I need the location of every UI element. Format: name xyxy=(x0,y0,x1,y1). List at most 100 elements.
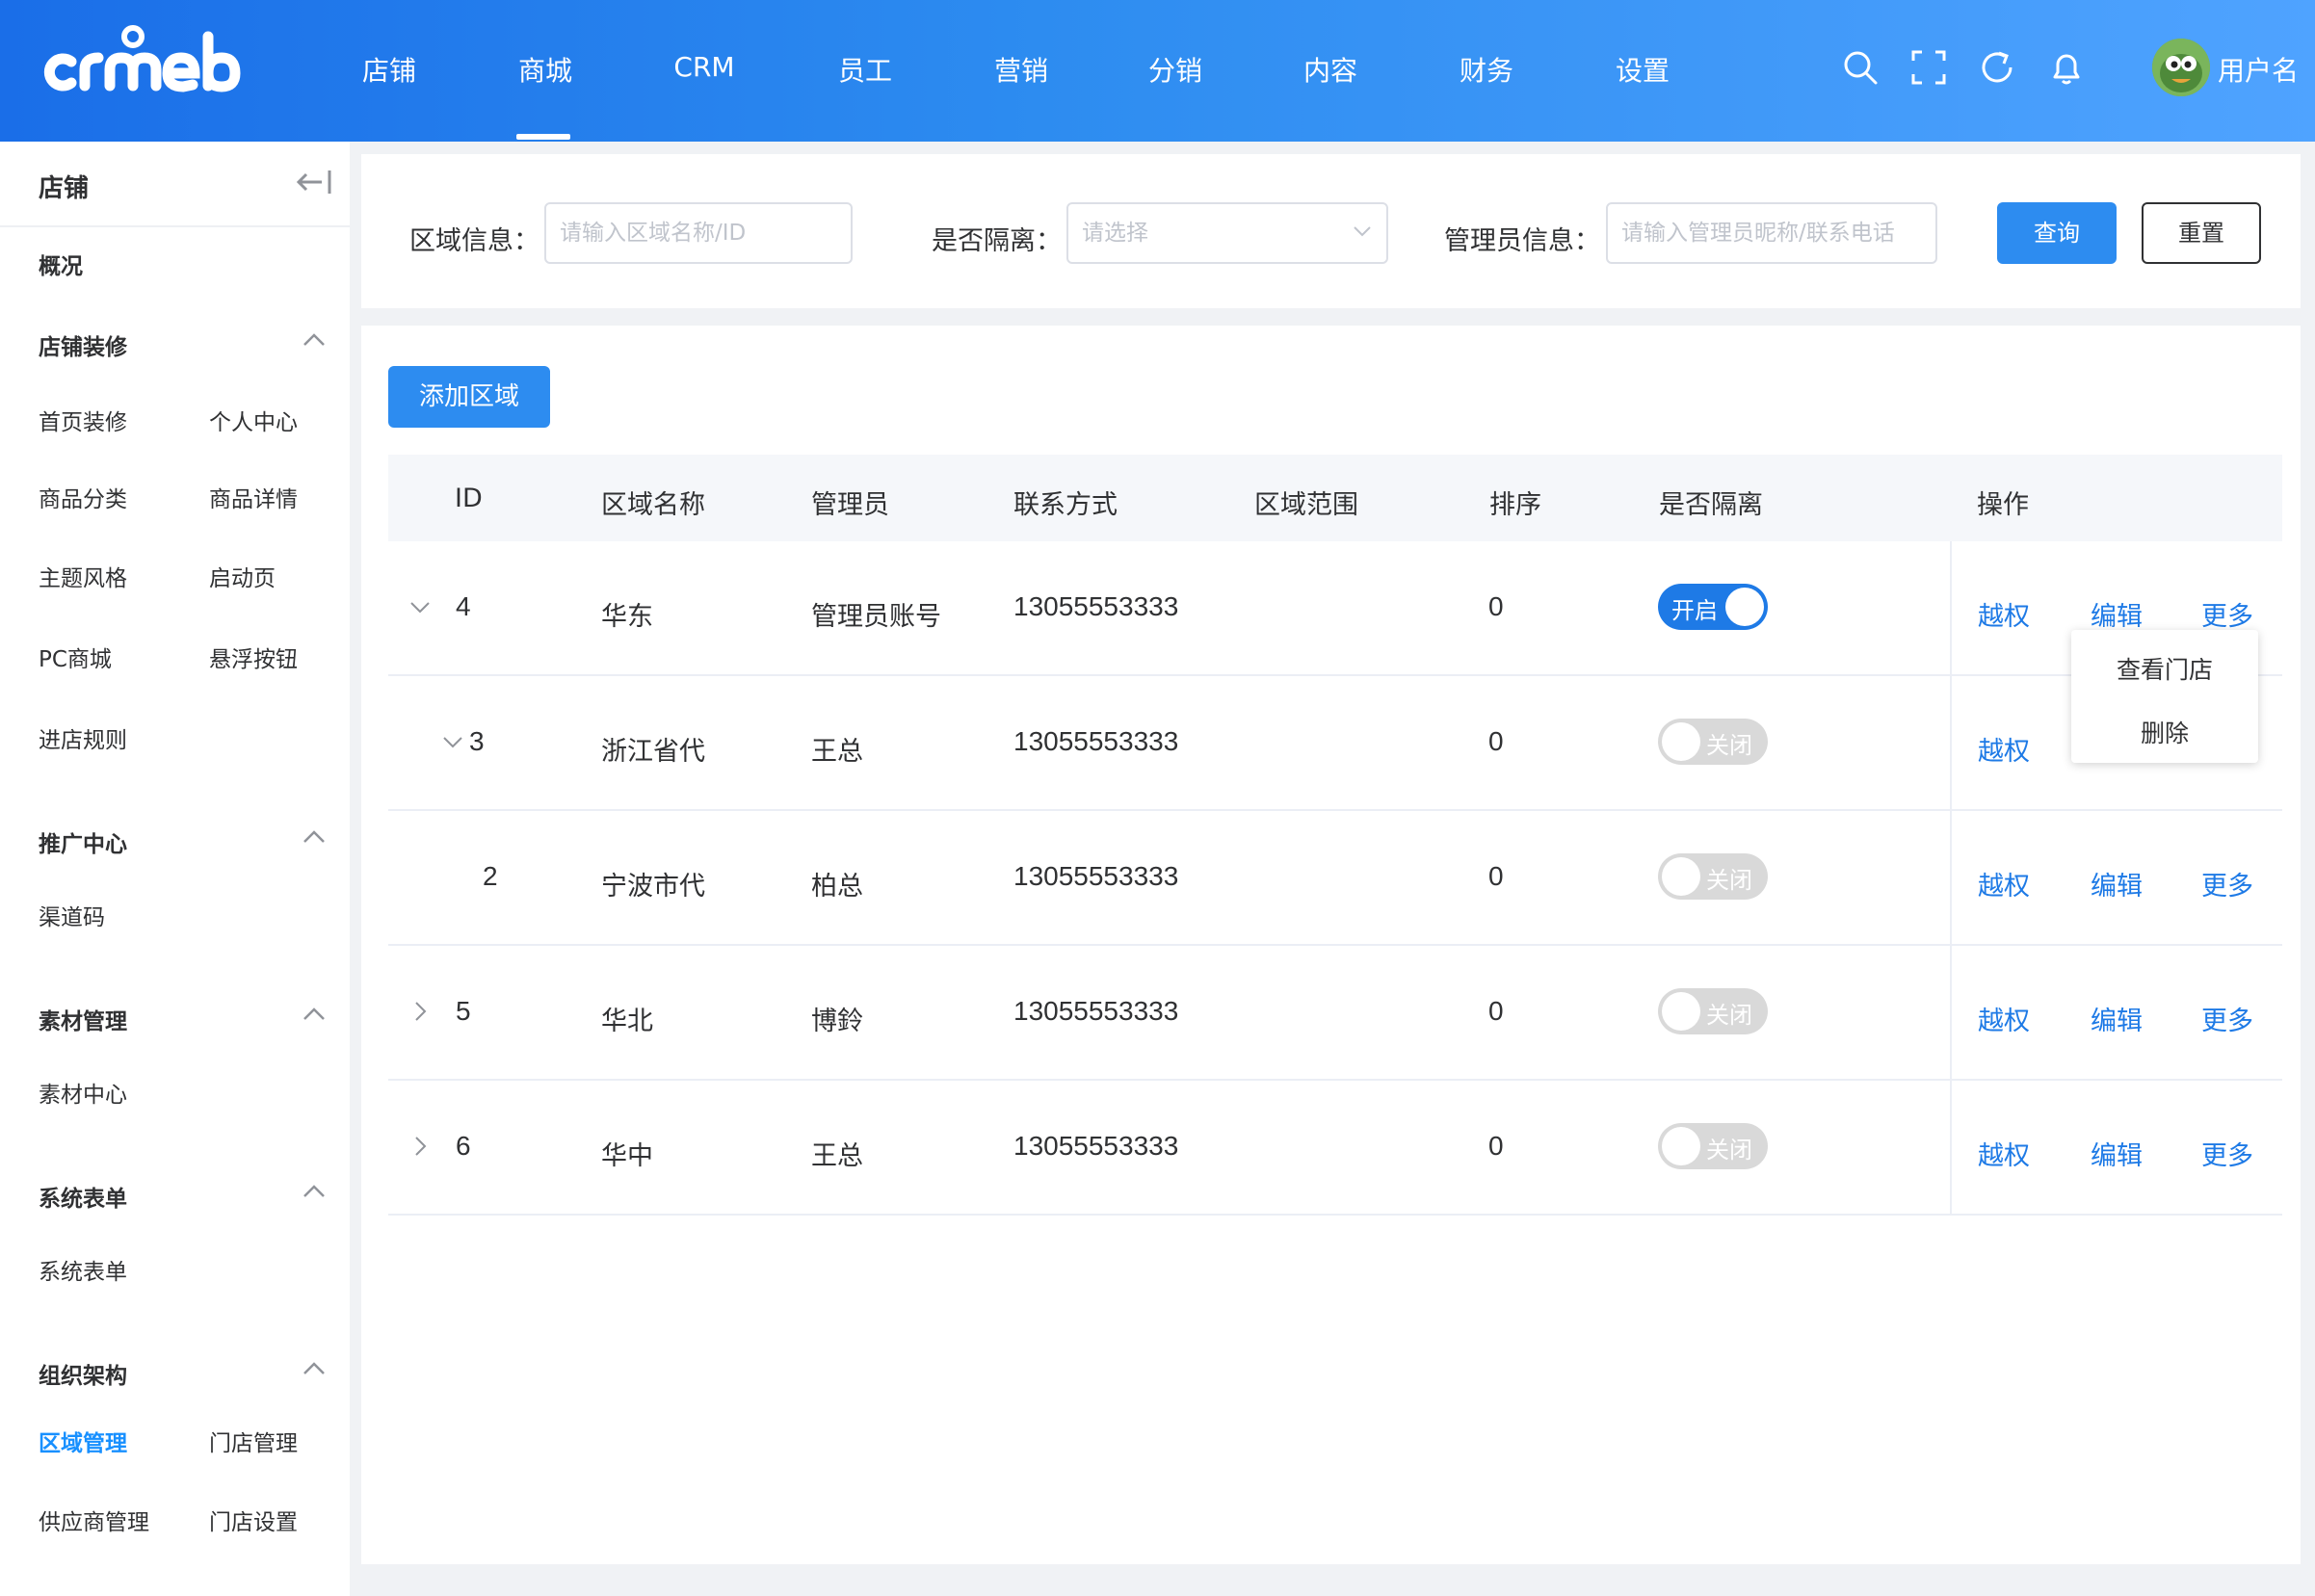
fullscreen-icon[interactable] xyxy=(1909,48,1948,87)
chevron-up-icon[interactable] xyxy=(301,1005,328,1024)
area-label: 区域信息： xyxy=(409,226,539,256)
nav-finance[interactable]: 财务 xyxy=(1460,52,1513,91)
sidebar-item-user-center[interactable]: 个人中心 xyxy=(209,404,298,436)
edit-link[interactable]: 编辑 xyxy=(2091,1135,2143,1172)
sidebar-item-store-settings[interactable]: 门店设置 xyxy=(209,1504,298,1536)
chevron-down-icon[interactable] xyxy=(441,730,464,753)
column-header-actions: 操作 xyxy=(1977,490,2029,520)
row-sort: 0 xyxy=(1488,996,1504,1026)
area-search-input[interactable] xyxy=(544,202,853,264)
nav-shop[interactable]: 店铺 xyxy=(362,52,416,91)
override-link[interactable]: 越权 xyxy=(1978,1000,2030,1037)
sidebar-item-store-management[interactable]: 门店管理 xyxy=(209,1425,298,1457)
edit-link[interactable]: 编辑 xyxy=(2091,1000,2143,1037)
sidebar-item-entry-rules[interactable]: 进店规则 xyxy=(39,721,127,754)
delete-menu-item[interactable]: 删除 xyxy=(2071,715,2258,749)
row-divider xyxy=(388,944,2282,946)
isolation-label: 是否隔离： xyxy=(932,226,1062,256)
more-link[interactable]: 更多 xyxy=(2201,1000,2253,1037)
username[interactable]: 用户名 xyxy=(2218,52,2299,91)
chevron-down-icon[interactable] xyxy=(408,595,432,618)
chevron-down-icon xyxy=(1354,226,1371,237)
isolation-toggle[interactable]: 关闭 xyxy=(1658,1123,1768,1169)
sidebar-item-supplier-management[interactable]: 供应商管理 xyxy=(39,1504,149,1536)
row-sort: 0 xyxy=(1488,1131,1504,1161)
row-admin: 王总 xyxy=(811,1141,863,1171)
sidebar-item-overview[interactable]: 概况 xyxy=(39,248,83,280)
toggle-label: 开启 xyxy=(1671,597,1718,624)
toggle-label: 关闭 xyxy=(1706,1002,1752,1029)
edit-link[interactable]: 编辑 xyxy=(2091,865,2143,903)
sidebar-item-channel-code[interactable]: 渠道码 xyxy=(39,899,105,931)
column-header-contact: 联系方式 xyxy=(1013,490,1118,520)
nav-mall[interactable]: 商城 xyxy=(518,52,572,91)
row-name: 宁波市代 xyxy=(601,872,705,902)
more-link[interactable]: 更多 xyxy=(2201,1135,2253,1172)
query-button[interactable]: 查询 xyxy=(1997,202,2117,264)
sidebar-group-material[interactable]: 素材管理 xyxy=(39,1003,127,1035)
collapse-sidebar-icon[interactable] xyxy=(295,167,333,197)
column-header-isolation: 是否隔离 xyxy=(1659,490,1763,520)
edit-link[interactable]: 编辑 xyxy=(2091,595,2143,633)
nav-content[interactable]: 内容 xyxy=(1303,52,1357,91)
row-admin: 柏总 xyxy=(811,872,863,902)
sidebar-item-product-detail[interactable]: 商品详情 xyxy=(209,481,298,513)
sidebar-item-pc-mall[interactable]: PC商城 xyxy=(39,641,112,673)
reset-button[interactable]: 重置 xyxy=(2142,202,2261,264)
nav-crm[interactable]: CRM xyxy=(673,48,734,87)
refresh-icon[interactable] xyxy=(1978,48,2016,87)
avatar[interactable] xyxy=(2152,39,2210,96)
more-link[interactable]: 更多 xyxy=(2201,865,2253,903)
chevron-up-icon[interactable] xyxy=(301,1182,328,1201)
sidebar-group-organization[interactable]: 组织架构 xyxy=(39,1357,127,1390)
chevron-right-icon[interactable] xyxy=(408,1135,432,1158)
nav-staff[interactable]: 员工 xyxy=(838,52,892,91)
sidebar-item-system-form[interactable]: 系统表单 xyxy=(39,1253,127,1286)
crmeb-logo[interactable] xyxy=(42,13,274,100)
sidebar-item-splash[interactable]: 启动页 xyxy=(209,560,276,592)
admin-search-input[interactable] xyxy=(1606,202,1937,264)
sidebar-item-theme[interactable]: 主题风格 xyxy=(39,560,127,592)
nav-marketing[interactable]: 营销 xyxy=(994,52,1048,91)
chevron-right-icon[interactable] xyxy=(408,1000,432,1023)
override-link[interactable]: 越权 xyxy=(1978,730,2030,768)
sidebar-item-float-button[interactable]: 悬浮按钮 xyxy=(209,641,298,673)
toggle-label: 关闭 xyxy=(1706,867,1752,894)
row-divider xyxy=(388,809,2282,811)
sidebar-group-system-form[interactable]: 系统表单 xyxy=(39,1180,127,1213)
sidebar-group-promotion[interactable]: 推广中心 xyxy=(39,825,127,858)
isolation-toggle[interactable]: 开启 xyxy=(1658,584,1768,630)
bell-icon[interactable] xyxy=(2047,48,2086,87)
add-region-button[interactable]: 添加区域 xyxy=(388,366,550,428)
column-header-admin: 管理员 xyxy=(811,490,889,520)
search-icon[interactable] xyxy=(1841,48,1880,87)
override-link[interactable]: 越权 xyxy=(1978,865,2030,903)
row-name: 华中 xyxy=(601,1141,653,1171)
isolation-toggle[interactable]: 关闭 xyxy=(1658,988,1768,1034)
sidebar-item-material-center[interactable]: 素材中心 xyxy=(39,1076,127,1109)
override-link[interactable]: 越权 xyxy=(1978,595,2030,633)
chevron-up-icon[interactable] xyxy=(301,827,328,847)
row-admin: 博鈴 xyxy=(811,1007,863,1036)
row-sort: 0 xyxy=(1488,591,1504,621)
nav-distribution[interactable]: 分销 xyxy=(1148,52,1202,91)
sidebar-item-category[interactable]: 商品分类 xyxy=(39,481,127,513)
sidebar-item-home-decoration[interactable]: 首页装修 xyxy=(39,404,127,436)
override-link[interactable]: 越权 xyxy=(1978,1135,2030,1172)
isolation-select[interactable]: 请选择 xyxy=(1066,202,1388,264)
row-phone: 13055553333 xyxy=(1013,726,1179,756)
sidebar-group-decoration[interactable]: 店铺装修 xyxy=(39,328,127,361)
more-link[interactable]: 更多 xyxy=(2201,595,2253,633)
row-name: 华东 xyxy=(601,602,653,632)
row-phone: 13055553333 xyxy=(1013,1131,1179,1161)
toggle-label: 关闭 xyxy=(1706,1137,1752,1164)
isolation-toggle[interactable]: 关闭 xyxy=(1658,719,1768,765)
sidebar-item-region-management[interactable]: 区域管理 xyxy=(39,1425,127,1457)
isolation-toggle[interactable]: 关闭 xyxy=(1658,853,1768,900)
row-phone: 13055553333 xyxy=(1013,996,1179,1026)
nav-settings[interactable]: 设置 xyxy=(1616,52,1670,91)
chevron-up-icon[interactable] xyxy=(301,1359,328,1378)
chevron-up-icon[interactable] xyxy=(301,330,328,350)
view-stores-menu-item[interactable]: 查看门店 xyxy=(2071,651,2258,686)
column-header-id: ID xyxy=(455,484,483,513)
